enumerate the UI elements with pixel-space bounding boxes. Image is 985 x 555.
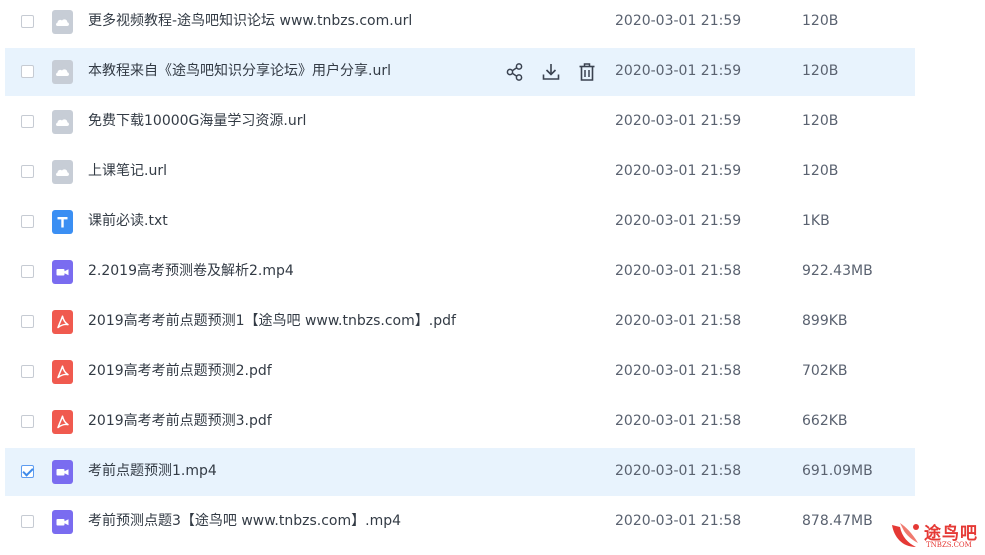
- file-row[interactable]: 更多视频教程-途鸟吧知识论坛 www.tnbzs.com.url 2020-03-…: [5, 0, 915, 46]
- file-name[interactable]: 免费下载10000G海量学习资源.url: [88, 111, 306, 131]
- modified-date: 2020-03-01 21:58: [615, 313, 742, 329]
- file-size: 662KB: [802, 413, 848, 429]
- row-checkbox[interactable]: [21, 15, 34, 28]
- row-checkbox[interactable]: [21, 365, 34, 378]
- file-size: 922.43MB: [802, 263, 873, 279]
- file-name[interactable]: 考前预测点题3【途鸟吧 www.tnbzs.com】.mp4: [88, 511, 401, 531]
- row-checkbox[interactable]: [21, 265, 34, 278]
- watermark-logo: 途鸟吧 TNBZS.COM: [888, 515, 985, 555]
- file-name[interactable]: 2019高考考前点题预测2.pdf: [88, 361, 272, 381]
- file-row[interactable]: 考前点题预测1.mp4 2020-03-01 21:58 691.09MB: [5, 448, 915, 496]
- row-actions: [503, 60, 603, 84]
- file-name[interactable]: 2019高考考前点题预测3.pdf: [88, 411, 272, 431]
- bird-logo-icon: [892, 523, 919, 547]
- row-checkbox[interactable]: [21, 515, 34, 528]
- row-checkbox[interactable]: [21, 415, 34, 428]
- delete-icon[interactable]: [575, 60, 599, 84]
- row-checkbox[interactable]: [21, 65, 34, 78]
- file-row[interactable]: 考前预测点题3【途鸟吧 www.tnbzs.com】.mp4 2020-03-01…: [5, 498, 915, 546]
- share-icon[interactable]: [503, 60, 527, 84]
- file-row[interactable]: 课前必读.txt 2020-03-01 21:59 1KB: [5, 198, 915, 246]
- file-size: 120B: [802, 113, 839, 129]
- file-row[interactable]: 免费下载10000G海量学习资源.url 2020-03-01 21:59 120B: [5, 98, 915, 146]
- file-name[interactable]: 更多视频教程-途鸟吧知识论坛 www.tnbzs.com.url: [88, 11, 412, 31]
- file-row[interactable]: 2019高考考前点题预测1【途鸟吧 www.tnbzs.com】.pdf 2020…: [5, 298, 915, 346]
- link-file-icon: [52, 10, 73, 34]
- modified-date: 2020-03-01 21:58: [615, 413, 742, 429]
- row-checkbox[interactable]: [21, 465, 34, 478]
- link-file-icon: [52, 110, 73, 134]
- pdf-file-icon: [52, 310, 73, 334]
- modified-date: 2020-03-01 21:59: [615, 213, 742, 229]
- file-list: 更多视频教程-途鸟吧知识论坛 www.tnbzs.com.url 2020-03-…: [0, 0, 985, 555]
- file-name[interactable]: 2.2019高考预测卷及解析2.mp4: [88, 261, 294, 281]
- pdf-file-icon: [52, 410, 73, 434]
- download-icon[interactable]: [539, 60, 563, 84]
- video-file-icon: [52, 510, 73, 534]
- row-checkbox[interactable]: [21, 115, 34, 128]
- file-name[interactable]: 上课笔记.url: [88, 161, 167, 181]
- link-file-icon: [52, 160, 73, 184]
- file-row[interactable]: 2019高考考前点题预测2.pdf 2020-03-01 21:58 702KB: [5, 348, 915, 396]
- modified-date: 2020-03-01 21:59: [615, 113, 742, 129]
- file-size: 899KB: [802, 313, 848, 329]
- file-name[interactable]: 考前点题预测1.mp4: [88, 461, 217, 481]
- modified-date: 2020-03-01 21:59: [615, 13, 742, 29]
- modified-date: 2020-03-01 21:59: [615, 63, 742, 79]
- file-name[interactable]: 2019高考考前点题预测1【途鸟吧 www.tnbzs.com】.pdf: [88, 311, 456, 331]
- file-name[interactable]: 本教程来自《途鸟吧知识分享论坛》用户分享.url: [88, 61, 391, 81]
- file-size: 1KB: [802, 213, 830, 229]
- file-size: 878.47MB: [802, 513, 873, 529]
- file-row[interactable]: 上课笔记.url 2020-03-01 21:59 120B: [5, 148, 915, 196]
- file-row[interactable]: 2.2019高考预测卷及解析2.mp4 2020-03-01 21:58 922.4…: [5, 248, 915, 296]
- modified-date: 2020-03-01 21:58: [615, 363, 742, 379]
- modified-date: 2020-03-01 21:58: [615, 513, 742, 529]
- file-size: 691.09MB: [802, 463, 873, 479]
- modified-date: 2020-03-01 21:58: [615, 463, 742, 479]
- file-size: 120B: [802, 163, 839, 179]
- file-size: 702KB: [802, 363, 848, 379]
- modified-date: 2020-03-01 21:59: [615, 163, 742, 179]
- file-size: 120B: [802, 63, 839, 79]
- modified-date: 2020-03-01 21:58: [615, 263, 742, 279]
- file-row[interactable]: 2019高考考前点题预测3.pdf 2020-03-01 21:58 662KB: [5, 398, 915, 446]
- pdf-file-icon: [52, 360, 73, 384]
- watermark-subtitle: TNBZS.COM: [926, 541, 972, 549]
- file-size: 120B: [802, 13, 839, 29]
- link-file-icon: [52, 60, 73, 84]
- file-name[interactable]: 课前必读.txt: [88, 211, 168, 231]
- row-checkbox[interactable]: [21, 215, 34, 228]
- file-row[interactable]: 本教程来自《途鸟吧知识分享论坛》用户分享.url 2020-03-01 21:59…: [5, 48, 915, 96]
- video-file-icon: [52, 460, 73, 484]
- video-file-icon: [52, 260, 73, 284]
- row-checkbox[interactable]: [21, 315, 34, 328]
- row-checkbox[interactable]: [21, 165, 34, 178]
- text-file-icon: [52, 210, 73, 234]
